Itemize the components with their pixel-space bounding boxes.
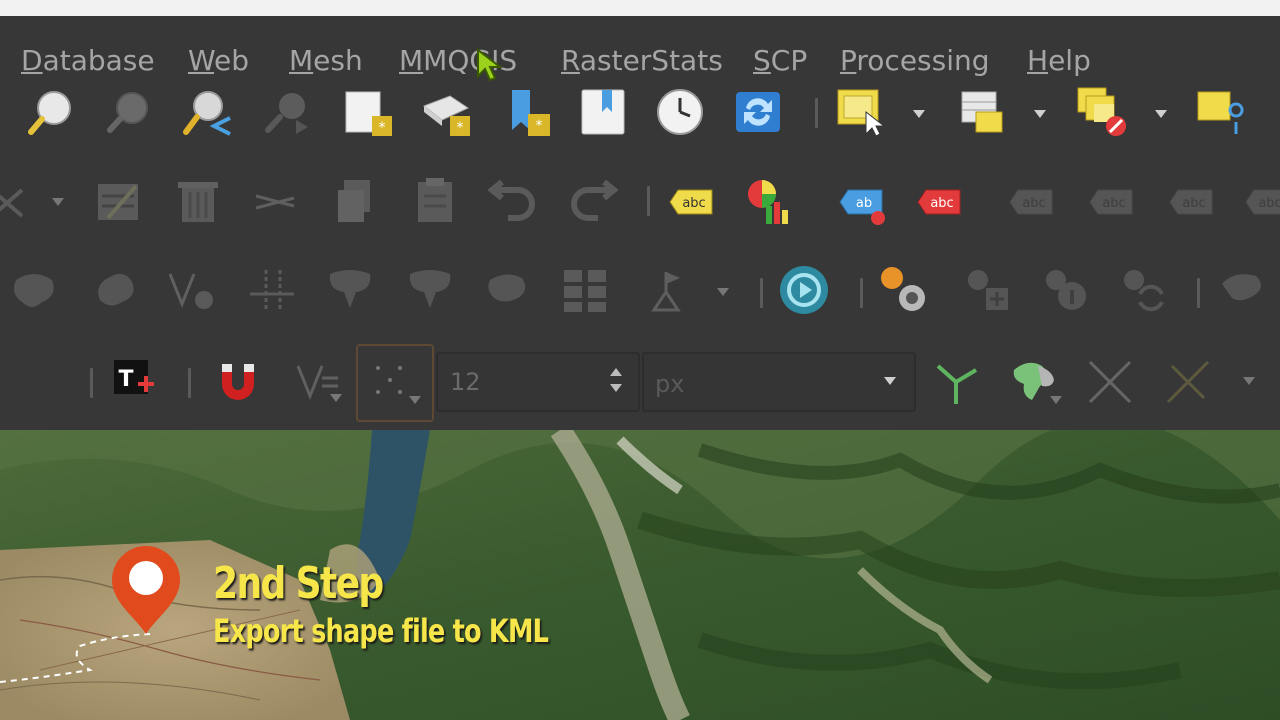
snapping-tolerance-value: 12	[450, 368, 481, 396]
toolbar-separator	[815, 98, 818, 128]
rotate-point-symbols-icon[interactable]	[560, 264, 612, 316]
toolbar-separator	[1197, 278, 1200, 308]
menu-database[interactable]: Database	[21, 44, 155, 77]
select-dropdown-arrow-icon[interactable]	[913, 110, 925, 118]
paste-features-icon[interactable]	[410, 176, 462, 228]
step-title: 2nd Step	[213, 558, 384, 609]
window-top-strip	[0, 0, 1280, 16]
menu-rasterstats[interactable]: RasterStats	[561, 44, 723, 77]
copy-features-icon[interactable]	[332, 176, 384, 228]
split-parts-icon[interactable]	[324, 264, 376, 316]
menu-scp[interactable]: SCP	[753, 44, 807, 77]
snapping-units-value: px	[655, 370, 685, 398]
svg-text:*: *	[379, 120, 386, 136]
snap-to-intersections-icon[interactable]	[1084, 356, 1136, 408]
temporal-controller-icon[interactable]	[654, 86, 706, 138]
rotate-label-icon[interactable]: abc	[1240, 176, 1280, 228]
split-features-icon[interactable]	[246, 264, 298, 316]
highlight-pinned-labels-icon[interactable]: ab	[834, 176, 886, 228]
zoom-next-icon[interactable]	[262, 86, 314, 138]
svg-text:T: T	[118, 367, 133, 392]
diagram-options-icon[interactable]	[744, 176, 796, 228]
menu-web[interactable]: Web	[188, 44, 249, 77]
merge-features-icon[interactable]	[404, 264, 456, 316]
spin-stepper-icon[interactable]	[606, 362, 626, 398]
tracing-icon[interactable]	[1162, 356, 1214, 408]
overlap-dropdown-arrow-icon[interactable]	[1050, 396, 1062, 404]
modify-attributes-icon[interactable]	[94, 176, 146, 228]
map-pin-icon	[108, 544, 184, 636]
refresh-icon[interactable]	[732, 86, 784, 138]
deselect-features-icon[interactable]	[1076, 86, 1128, 138]
identify-features-icon[interactable]	[26, 86, 78, 138]
zoom-selection-icon[interactable]	[182, 86, 234, 138]
svg-text:abc: abc	[930, 196, 953, 211]
new-3d-map-view-icon[interactable]: *	[420, 86, 472, 138]
vertex-dropdown-arrow-icon[interactable]	[52, 198, 64, 206]
snapping-mode-dropdown-arrow-icon[interactable]	[330, 394, 342, 402]
cut-features-icon[interactable]	[250, 176, 302, 228]
model-run-icon[interactable]	[778, 264, 830, 316]
select-by-location-icon[interactable]	[1196, 86, 1248, 138]
show-hide-labels-icon[interactable]: abc	[1084, 176, 1136, 228]
offset-point-symbols-icon[interactable]	[640, 264, 692, 316]
toolbar-separator	[860, 278, 863, 308]
add-part-icon[interactable]	[88, 264, 140, 316]
redo-icon[interactable]	[566, 176, 618, 228]
menu-mesh[interactable]: Mesh	[289, 44, 363, 77]
toggle-display-of-unplaced-labels-icon[interactable]: abc	[912, 176, 964, 228]
menu-processing[interactable]: Processing	[840, 44, 990, 77]
attribute-table-selection-icon[interactable]	[958, 86, 1010, 138]
tracing-dropdown-arrow-icon[interactable]	[1243, 377, 1255, 385]
svg-text:*: *	[457, 120, 464, 136]
svg-text:ab: ab	[856, 196, 872, 211]
toolbar-separator	[760, 278, 763, 308]
toolbar-separator	[188, 368, 191, 398]
step-subtitle: Export shape file to KML	[213, 612, 549, 650]
move-label-icon[interactable]: abc	[1164, 176, 1216, 228]
vertex-tool-icon[interactable]	[0, 176, 34, 228]
snapping-magnet-icon[interactable]	[212, 356, 264, 408]
map-canvas[interactable]	[0, 430, 1280, 720]
merge-attributes-icon[interactable]	[482, 264, 534, 316]
menu-bar: Database Web Mesh MMQGIS RasterStats SCP…	[0, 16, 1280, 77]
mouse-cursor-icon	[476, 47, 506, 82]
toolbar-separator	[647, 186, 650, 216]
pin-unpin-labels-icon[interactable]: abc	[1004, 176, 1056, 228]
svg-text:abc: abc	[1182, 196, 1205, 211]
refresh-gear-icon[interactable]	[1118, 264, 1170, 316]
snapping-type-dropdown-arrow-icon[interactable]	[409, 396, 421, 404]
map-tips-icon[interactable]	[104, 86, 156, 138]
reshape-features-icon[interactable]	[1216, 264, 1268, 316]
units-dropdown-arrow-icon[interactable]	[884, 377, 896, 385]
svg-text:abc: abc	[682, 196, 705, 211]
topological-editing-icon[interactable]	[930, 356, 982, 408]
table-dropdown-arrow-icon[interactable]	[1034, 110, 1046, 118]
add-ring-gear-icon[interactable]	[962, 264, 1014, 316]
svg-text:abc: abc	[1258, 196, 1280, 211]
toolbar-separator	[90, 368, 93, 398]
select-features-icon[interactable]	[836, 86, 888, 138]
deselect-dropdown-arrow-icon[interactable]	[1155, 110, 1167, 118]
info-gear-icon[interactable]	[1040, 264, 1092, 316]
new-map-view-icon[interactable]: *	[342, 86, 394, 138]
delete-selected-icon[interactable]	[172, 176, 224, 228]
undo-icon[interactable]	[488, 176, 540, 228]
menu-help[interactable]: Help	[1027, 44, 1091, 77]
simplify-feature-icon[interactable]	[166, 264, 218, 316]
offset-dropdown-arrow-icon[interactable]	[717, 288, 729, 296]
svg-text:abc: abc	[1022, 196, 1045, 211]
label-toolbar-icon[interactable]: abc	[664, 176, 716, 228]
new-spatial-bookmark-icon[interactable]: *	[502, 86, 554, 138]
add-ring-icon[interactable]	[8, 264, 60, 316]
svg-text:*: *	[536, 118, 543, 134]
show-bookmarks-icon[interactable]	[578, 86, 630, 138]
processing-toolbox-icon[interactable]	[878, 264, 930, 316]
text-annotation-icon[interactable]: T	[114, 360, 154, 400]
svg-text:abc: abc	[1102, 196, 1125, 211]
